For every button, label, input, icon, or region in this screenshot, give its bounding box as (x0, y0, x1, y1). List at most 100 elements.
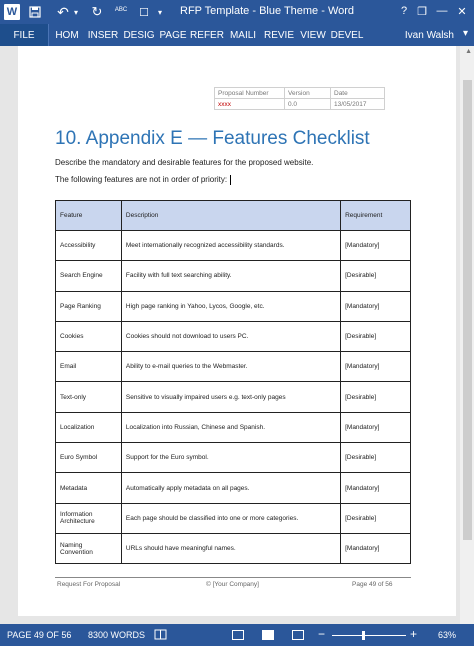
header-description: Description (120, 200, 342, 231)
read-mode-icon[interactable] (232, 630, 244, 640)
window-title: RFP Template - Blue Theme - Word (180, 5, 355, 17)
requirement-cell: [Mandatory] (340, 351, 411, 383)
zoom-in-button[interactable]: + (410, 627, 417, 641)
document-area: Proposal Number Version Date xxxx 0.0 13… (0, 46, 474, 624)
table-row: Search Engine Facility with full text sea… (55, 260, 411, 292)
feature-cell: Email (55, 351, 122, 383)
feature-cell: Metadata (55, 472, 122, 504)
user-menu-icon[interactable]: ▾ (463, 28, 468, 39)
spelling-icon[interactable]: ABC (112, 3, 130, 17)
table-row: Information Architecture Each page should… (55, 502, 411, 534)
description-cell: URLs should have meaningful names. (120, 532, 342, 565)
proposal-number-value: xxxx (214, 98, 285, 110)
word-app-icon[interactable]: W (4, 4, 20, 20)
section-heading: 10. Appendix E — Features Checklist (55, 128, 370, 149)
table-row: Naming Convention URLs should have meanin… (55, 532, 411, 565)
description-cell: Cookies should not download to users PC. (120, 320, 342, 353)
version-value: 0.0 (284, 98, 331, 110)
date-label: Date (330, 87, 385, 99)
date-value: 13/05/2017 (330, 98, 385, 110)
feature-cell: Accessibility (55, 229, 122, 262)
requirement-cell: [Mandatory] (340, 290, 411, 322)
tab-references[interactable]: REFER (189, 24, 225, 46)
word-count[interactable]: 8300 WORDS (88, 630, 145, 640)
web-layout-icon[interactable] (292, 630, 304, 640)
header-requirement: Requirement (340, 200, 411, 231)
table-row: Page Ranking High page ranking in Yahoo, … (55, 290, 411, 322)
title-bar: W ↶ ▾ ↻ ABC ☐ ▾ RFP Template - Blue Them… (0, 0, 474, 24)
table-row: Email Ability to e-mail queries to the We… (55, 351, 411, 383)
note-text: The following features are not in order … (55, 175, 228, 185)
description-cell: Meet internationally recognized accessib… (120, 229, 342, 262)
table-row: Accessibility Meet internationally recogn… (55, 229, 411, 262)
proofing-icon[interactable] (154, 629, 167, 643)
save-icon[interactable] (28, 5, 42, 19)
feature-cell: Cookies (55, 320, 122, 353)
features-table: Feature Description Requirement Accessib… (55, 200, 411, 565)
zoom-slider[interactable] (332, 635, 406, 636)
description-cell: Facility with full text searching abilit… (120, 260, 342, 292)
minimize-icon[interactable]: — (434, 3, 450, 19)
intro-paragraph: Describe the mandatory and desirable fea… (55, 158, 314, 167)
requirement-cell: [Desirable] (340, 502, 411, 534)
tab-review[interactable]: REVIE (261, 24, 297, 46)
requirement-cell: [Desirable] (340, 320, 411, 353)
footer-center: © [Your Company] (206, 581, 259, 588)
description-cell: Support for the Euro symbol. (120, 442, 342, 474)
undo-icon[interactable]: ↶ (56, 4, 70, 20)
table-row: Text-only Sensitive to visually impaired … (55, 381, 411, 413)
scroll-thumb[interactable] (463, 80, 472, 540)
zoom-slider-handle[interactable] (362, 631, 365, 640)
tab-design[interactable]: DESIG (121, 24, 157, 46)
help-icon[interactable]: ? (396, 3, 412, 19)
tab-home[interactable]: HOM (49, 24, 85, 46)
description-cell: High page ranking in Yahoo, Lycos, Googl… (120, 290, 342, 322)
ribbon-tabs: FILE HOM INSER DESIG PAGE REFER MAILI RE… (0, 24, 474, 46)
requirement-cell: [Desirable] (340, 442, 411, 474)
feature-cell: Localization (55, 411, 122, 444)
zoom-level[interactable]: 63% (438, 630, 456, 640)
description-cell: Ability to e-mail queries to the Webmast… (120, 351, 342, 383)
tab-insert[interactable]: INSER (85, 24, 121, 46)
requirement-cell: [Mandatory] (340, 229, 411, 262)
customize-toolbar-icon[interactable]: ▾ (155, 5, 165, 19)
header-info-table: Proposal Number Version Date xxxx 0.0 13… (214, 87, 385, 110)
requirement-cell: [Mandatory] (340, 532, 411, 565)
tab-developer[interactable]: DEVEL (329, 24, 365, 46)
feature-cell: Search Engine (55, 260, 122, 292)
footer-page-number: Page 49 of 56 (352, 581, 393, 588)
feature-cell: Euro Symbol (55, 442, 122, 474)
requirement-cell: [Mandatory] (340, 411, 411, 444)
footer-divider (55, 577, 411, 578)
restore-icon[interactable]: ❐ (414, 3, 430, 19)
user-account[interactable]: Ivan Walsh (405, 24, 454, 46)
print-layout-icon[interactable] (262, 630, 274, 640)
features-table-header: Feature Description Requirement (55, 200, 411, 231)
description-cell: Automatically apply metadata on all page… (120, 472, 342, 504)
table-row: Euro Symbol Support for the Euro symbol.[… (55, 442, 411, 474)
undo-menu-icon[interactable]: ▾ (72, 5, 80, 19)
description-cell: Sensitive to visually impaired users e.g… (120, 381, 342, 413)
footer-left: Request For Proposal (57, 581, 121, 588)
scroll-up-icon[interactable]: ▲ (465, 48, 472, 55)
page-count[interactable]: PAGE 49 OF 56 (7, 630, 71, 640)
tab-view[interactable]: VIEW (297, 24, 329, 46)
redo-icon[interactable]: ↻ (90, 4, 104, 19)
text-cursor (230, 175, 232, 185)
description-cell: Each page should be classified into one … (120, 502, 342, 534)
tab-file[interactable]: FILE (0, 24, 49, 46)
tab-page-layout[interactable]: PAGE (157, 24, 189, 46)
requirement-cell: [Desirable] (340, 260, 411, 292)
feature-cell: Page Ranking (55, 290, 122, 322)
description-cell: Localization into Russian, Chinese and S… (120, 411, 342, 444)
format-painter-icon[interactable]: ☐ (138, 5, 150, 19)
status-bar: PAGE 49 OF 56 8300 WORDS − + 63% (0, 624, 474, 646)
table-row: Cookies Cookies should not download to us… (55, 320, 411, 353)
zoom-out-button[interactable]: − (318, 627, 325, 641)
requirement-cell: [Desirable] (340, 381, 411, 413)
close-icon[interactable]: ✕ (454, 3, 470, 19)
note-paragraph[interactable]: The following features are not in order … (55, 175, 232, 185)
version-label: Version (284, 87, 331, 99)
feature-cell: Naming Convention (55, 532, 122, 565)
tab-mailings[interactable]: MAILI (225, 24, 261, 46)
